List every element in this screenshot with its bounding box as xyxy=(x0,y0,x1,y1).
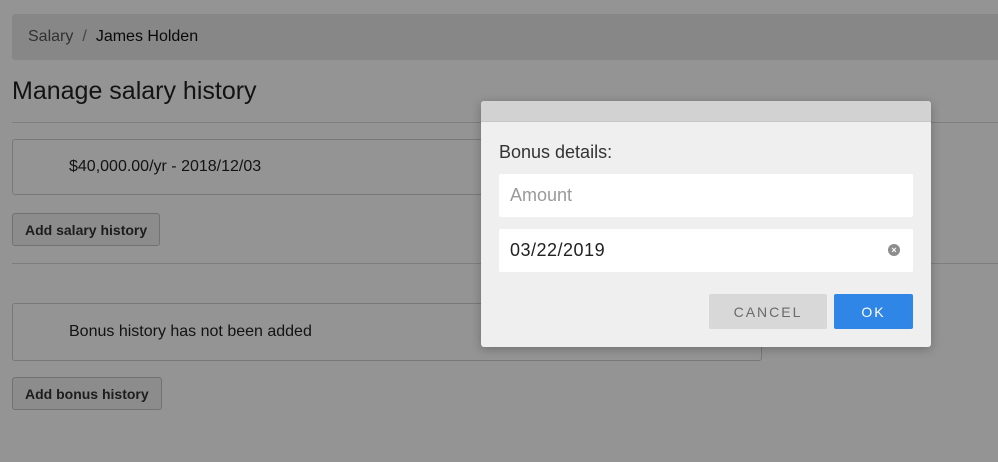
date-field[interactable]: 03/22/2019 × xyxy=(499,229,913,272)
clear-circle-icon[interactable]: × xyxy=(888,244,900,256)
dialog-label: Bonus details: xyxy=(499,142,613,162)
date-value: 03/22/2019 xyxy=(510,240,606,260)
amount-input[interactable] xyxy=(499,174,913,217)
dialog-header xyxy=(481,101,931,122)
bonus-details-dialog: Bonus details: 03/22/2019 × CANCEL OK xyxy=(481,101,931,347)
cancel-button[interactable]: CANCEL xyxy=(709,294,827,329)
ok-button[interactable]: OK xyxy=(834,294,913,329)
